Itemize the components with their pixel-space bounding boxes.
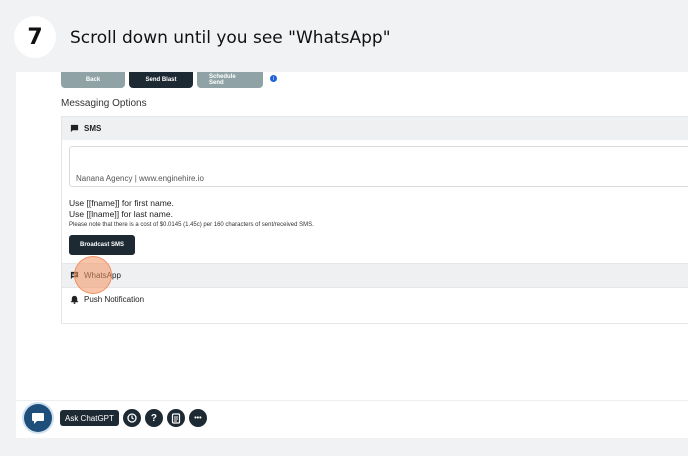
more-icon[interactable]: ••• <box>188 409 207 427</box>
broadcast-sms-button[interactable]: Broadcast SMS <box>69 235 135 255</box>
chat-icon <box>69 124 79 134</box>
messaging-options-box: SMS Nanana Agency | www.enginehire.io Us… <box>61 116 688 324</box>
bell-icon <box>69 295 79 305</box>
send-blast-button[interactable]: Send Blast <box>129 72 193 88</box>
sms-cost-note: Please note that there is a cost of $0.0… <box>69 222 314 228</box>
push-notification-label: Push Notification <box>84 295 145 304</box>
chat-widget-button[interactable] <box>24 404 52 432</box>
history-icon[interactable] <box>122 409 141 427</box>
help-icon[interactable]: ? <box>144 409 163 427</box>
info-icon[interactable]: i <box>270 75 277 82</box>
whatsapp-option-header[interactable]: WhatsApp <box>62 263 688 287</box>
schedule-send-button[interactable]: Schedule Send <box>197 72 263 88</box>
last-name-hint: Use [[lname]] for last name. <box>69 209 173 219</box>
ask-chatgpt-button[interactable]: Ask ChatGPT <box>60 410 119 426</box>
action-toolbar: Back Send Blast Schedule Send i <box>61 72 277 88</box>
sms-option-label: SMS <box>84 124 102 133</box>
sms-message-value: Nanana Agency | www.enginehire.io <box>76 174 204 183</box>
messaging-options-title: Messaging Options <box>61 98 147 109</box>
chat-bubble-icon <box>32 412 44 424</box>
screenshot-panel: Back Send Blast Schedule Send i Messagin… <box>16 72 688 438</box>
assistant-toolbar: Ask ChatGPT ? ••• <box>24 403 207 433</box>
step-title: Scroll down until you see "WhatsApp" <box>70 28 391 48</box>
click-highlight-marker <box>74 256 112 294</box>
sms-message-input[interactable]: Nanana Agency | www.enginehire.io <box>69 146 688 187</box>
first-name-hint: Use [[fname]] for first name. <box>69 198 174 208</box>
back-button[interactable]: Back <box>61 72 125 88</box>
step-number-badge: 7 <box>14 16 56 58</box>
push-notification-option[interactable]: Push Notification <box>62 287 688 311</box>
document-icon[interactable] <box>166 409 185 427</box>
sms-option-header[interactable]: SMS <box>62 116 688 140</box>
divider <box>16 400 688 401</box>
